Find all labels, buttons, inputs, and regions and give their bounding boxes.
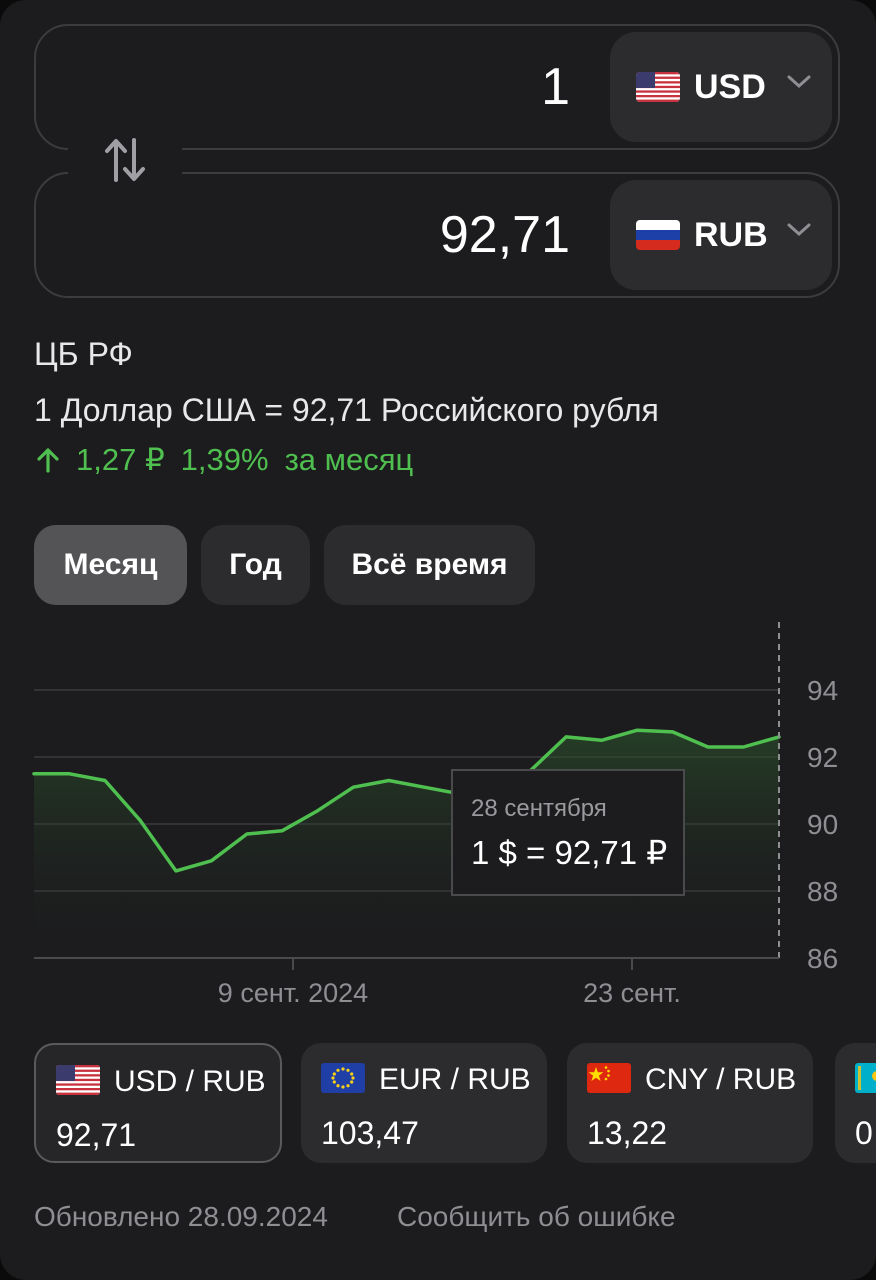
swap-arrows-icon [105, 138, 145, 182]
pair-card-cny-rub[interactable]: CNY / RUB 13,22 [567, 1043, 813, 1163]
x-tick-label: 23 сент. [583, 978, 681, 1008]
us-flag-icon [56, 1065, 100, 1095]
to-currency-select[interactable]: RUB [610, 180, 832, 290]
x-tick-label: 9 сент. 2024 [218, 978, 368, 1008]
rate-chart[interactable]: 94 92 90 88 86 9 сент. 2024 23 сент. [0, 615, 876, 1015]
pair-card-eur-rub[interactable]: EUR / RUB 103,47 [301, 1043, 547, 1163]
y-tick-label: 92 [807, 742, 838, 773]
pair-value: 0 [855, 1115, 873, 1151]
y-tick-label: 86 [807, 943, 838, 974]
y-tick-label: 90 [807, 809, 838, 840]
tab-month[interactable]: Месяц [34, 525, 187, 605]
pair-name: CNY / RUB [645, 1063, 797, 1096]
from-currency-select[interactable]: USD [610, 32, 832, 142]
tooltip-value: 1 $ = 92,71 ₽ [471, 834, 668, 871]
change-period: за месяц [284, 442, 414, 477]
kz-flag-icon [855, 1063, 876, 1093]
swap-currencies-button[interactable] [68, 128, 182, 192]
pair-card-usd-rub[interactable]: USD / RUB 92,71 [34, 1043, 282, 1163]
chevron-down-icon [787, 223, 811, 237]
tooltip-date: 28 сентября [471, 795, 607, 822]
rate-source: ЦБ РФ [34, 336, 133, 372]
chart-tooltip: 28 сентября 1 $ = 92,71 ₽ [451, 769, 685, 896]
report-error-link[interactable]: Сообщить об ошибке [397, 1201, 676, 1233]
change-percent: 1,39% [180, 442, 269, 477]
tab-year[interactable]: Год [201, 525, 310, 605]
from-currency-code: USD [694, 67, 766, 106]
pair-value: 13,22 [587, 1115, 668, 1151]
from-amount-input[interactable]: 1 [541, 26, 570, 148]
currency-converter-page: 1 USD 92,71 RUB ЦБ РФ 1 Доллар США = 92,… [0, 0, 876, 1280]
pair-name: EUR / RUB [379, 1063, 531, 1096]
pair-value: 103,47 [321, 1115, 419, 1151]
arrow-up-icon [37, 448, 59, 473]
pair-value: 92,71 [56, 1117, 137, 1153]
chevron-down-icon [787, 75, 811, 89]
ru-flag-icon [636, 220, 680, 250]
us-flag-icon [636, 72, 680, 102]
pair-card-kzt-rub[interactable]: 0 [835, 1043, 876, 1163]
tab-all-time[interactable]: Всё время [324, 525, 535, 605]
rate-description: 1 Доллар США = 92,71 Российского рубля [34, 392, 659, 428]
updated-date: Обновлено 28.09.2024 [34, 1201, 328, 1232]
pair-name: USD / RUB [114, 1065, 266, 1098]
rate-change: 1,27 ₽ 1,39% за месяц [34, 442, 429, 478]
y-tick-label: 88 [807, 876, 838, 907]
change-absolute: 1,27 ₽ [76, 442, 165, 477]
eu-flag-icon [321, 1063, 365, 1093]
to-amount-input[interactable]: 92,71 [440, 174, 570, 296]
to-currency-code: RUB [694, 215, 768, 254]
cn-flag-icon [587, 1063, 631, 1093]
y-tick-label: 94 [807, 675, 838, 706]
